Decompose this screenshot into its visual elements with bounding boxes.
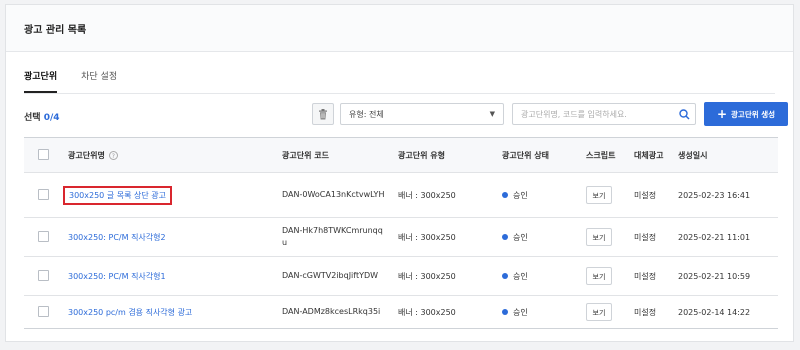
ad-unit-name-cell: 300x250 글 목록 상단 광고	[62, 172, 276, 218]
ad-unit-name-cell: 300x250: PC/M 직사각형2	[62, 217, 276, 257]
ad-unit-code: DAN-cGWTV2ibqJiftYDW	[276, 256, 392, 296]
created-at: 2025-02-23 16:41	[672, 172, 778, 218]
status-label: 승인	[513, 271, 528, 281]
row-checkbox[interactable]	[37, 188, 49, 200]
search-box	[512, 103, 696, 125]
column-header-created: 생성일시	[672, 137, 778, 173]
trash-icon	[319, 108, 327, 119]
chevron-down-icon: ▼	[489, 110, 495, 118]
ad-management-panel: 광고 관리 목록 광고단위 차단 설정 선택 0/4 유형: 전체 ▼ 광고단위…	[5, 4, 794, 342]
ad-unit-type: 배너 : 300x250	[392, 217, 496, 257]
fallback-ad: 미설정	[628, 217, 672, 257]
fallback-ad: 미설정	[628, 295, 672, 329]
selection-count: 선택 0/4	[24, 110, 60, 123]
script-cell: 보기	[580, 295, 628, 329]
script-cell: 보기	[580, 217, 628, 257]
status-label: 승인	[513, 307, 528, 317]
view-script-button[interactable]: 보기	[586, 303, 612, 321]
created-at: 2025-02-21 11:01	[672, 217, 778, 257]
status-label: 승인	[513, 190, 528, 200]
toolbar: 선택 0/4 유형: 전체 ▼ 광고단위명, 코드를 입력하세요. + 광고단위…	[24, 101, 788, 129]
create-button-label: 광고단위 생성	[731, 109, 776, 119]
ad-unit-name-cell: 300x250 pc/m 겸용 직사각형 광고	[62, 295, 276, 329]
ad-unit-status: 승인	[496, 256, 580, 296]
column-header-type: 광고단위 유형	[392, 137, 496, 173]
fallback-ad: 미설정	[628, 256, 672, 296]
ad-unit-code: DAN-Hk7h8TWKCmrunqqu	[276, 217, 392, 257]
selection-count-value: 0/4	[43, 113, 60, 123]
ad-unit-name-link[interactable]: 300x250: PC/M 직사각형2	[68, 233, 166, 242]
ad-unit-type: 배너 : 300x250	[392, 172, 496, 218]
page-title: 광고 관리 목록	[24, 24, 87, 36]
header-select-all	[24, 137, 62, 173]
create-ad-unit-button[interactable]: + 광고단위 생성	[704, 102, 788, 126]
ad-unit-status: 승인	[496, 295, 580, 329]
row-select-cell	[24, 217, 62, 257]
ad-unit-status: 승인	[496, 172, 580, 218]
table-row: 300x250 pc/m 겸용 직사각형 광고 DAN-ADMz8kcesLRk…	[24, 295, 778, 329]
fallback-ad: 미설정	[628, 172, 672, 218]
ad-unit-name-link[interactable]: 300x250: PC/M 직사각형1	[68, 272, 166, 281]
ad-unit-type: 배너 : 300x250	[392, 295, 496, 329]
column-header-status: 광고단위 상태	[496, 137, 580, 173]
delete-button[interactable]	[312, 103, 334, 125]
tab-ad-units[interactable]: 광고단위	[24, 69, 58, 93]
table-row: 300x250 글 목록 상단 광고 DAN-0WoCA13nKctvwLYH …	[24, 172, 778, 218]
ad-unit-status: 승인	[496, 217, 580, 257]
help-icon[interactable]: ?	[108, 150, 118, 160]
ad-unit-type: 배너 : 300x250	[392, 256, 496, 296]
ad-unit-name-link[interactable]: 300x250 글 목록 상단 광고	[63, 185, 172, 205]
select-all-checkbox[interactable]	[37, 148, 49, 160]
row-select-cell	[24, 172, 62, 218]
tab-bar: 광고단위 차단 설정	[24, 69, 775, 94]
panel-header: 광고 관리 목록	[6, 5, 793, 52]
column-header-name: 광고단위명?	[62, 137, 276, 173]
table-row: 300x250: PC/M 직사각형1 DAN-cGWTV2ibqJiftYDW…	[24, 256, 778, 296]
script-cell: 보기	[580, 172, 628, 218]
status-label: 승인	[513, 232, 528, 242]
created-at: 2025-02-14 14:22	[672, 295, 778, 329]
status-dot	[502, 273, 508, 279]
created-at: 2025-02-21 10:59	[672, 256, 778, 296]
status-dot	[502, 234, 508, 240]
column-header-script: 스크립트	[580, 137, 628, 173]
plus-icon: +	[716, 107, 728, 121]
script-cell: 보기	[580, 256, 628, 296]
status-dot	[502, 309, 508, 315]
view-script-button[interactable]: 보기	[586, 267, 612, 285]
view-script-button[interactable]: 보기	[586, 228, 612, 246]
column-header-fallback: 대체광고	[628, 137, 672, 173]
type-filter-value: 유형: 전체	[349, 109, 384, 119]
ad-unit-name-cell: 300x250: PC/M 직사각형1	[62, 256, 276, 296]
column-header-code: 광고단위 코드	[276, 137, 392, 173]
ad-unit-table: 광고단위명? 광고단위 코드 광고단위 유형 광고단위 상태 스크립트 대체광고…	[24, 137, 778, 329]
type-filter-select[interactable]: 유형: 전체 ▼	[340, 103, 504, 125]
tab-block-settings[interactable]: 차단 설정	[81, 69, 117, 92]
row-checkbox[interactable]	[37, 305, 49, 317]
search-icon[interactable]	[675, 105, 693, 123]
table-header-row: 광고단위명? 광고단위 코드 광고단위 유형 광고단위 상태 스크립트 대체광고…	[24, 137, 778, 173]
ad-unit-code: DAN-0WoCA13nKctvwLYH	[276, 172, 392, 218]
search-input[interactable]	[513, 105, 675, 123]
selection-prefix: 선택	[24, 113, 41, 123]
table-row: 300x250: PC/M 직사각형2 DAN-Hk7h8TWKCmrunqqu…	[24, 217, 778, 257]
ad-unit-name-link[interactable]: 300x250 pc/m 겸용 직사각형 광고	[68, 308, 192, 317]
status-dot	[502, 192, 508, 198]
ad-unit-code: DAN-ADMz8kcesLRkq35i	[276, 295, 392, 329]
row-select-cell	[24, 256, 62, 296]
column-header-name-label: 광고단위명	[68, 150, 105, 160]
row-select-cell	[24, 295, 62, 329]
row-checkbox[interactable]	[37, 269, 49, 281]
view-script-button[interactable]: 보기	[586, 186, 612, 204]
row-checkbox[interactable]	[37, 230, 49, 242]
